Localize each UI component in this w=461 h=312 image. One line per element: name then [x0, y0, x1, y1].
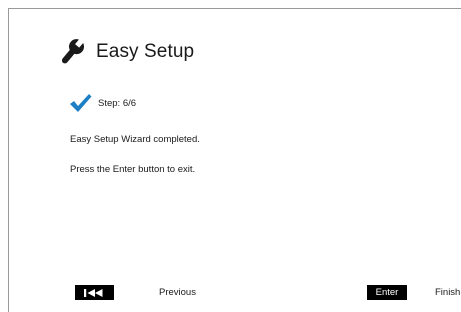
page-title: Easy Setup — [96, 41, 195, 62]
wrench-icon — [61, 38, 85, 64]
completion-message: Easy Setup Wizard completed. — [70, 134, 200, 145]
exit-instruction: Press the Enter button to exit. — [70, 164, 196, 175]
enter-button[interactable]: Enter — [367, 285, 407, 300]
checkmark-icon — [70, 94, 92, 112]
setup-panel: Easy Setup Step: 6/6 Easy Setup Wizard c… — [8, 8, 461, 312]
previous-label: Previous — [159, 287, 196, 298]
finish-label: Finish — [435, 287, 461, 298]
step-indicator: Step: 6/6 — [69, 93, 136, 113]
step-label: Step: 6/6 — [98, 97, 137, 109]
previous-button[interactable] — [75, 285, 114, 300]
page-header: Easy Setup — [57, 37, 194, 67]
skip-previous-icon — [83, 288, 102, 297]
